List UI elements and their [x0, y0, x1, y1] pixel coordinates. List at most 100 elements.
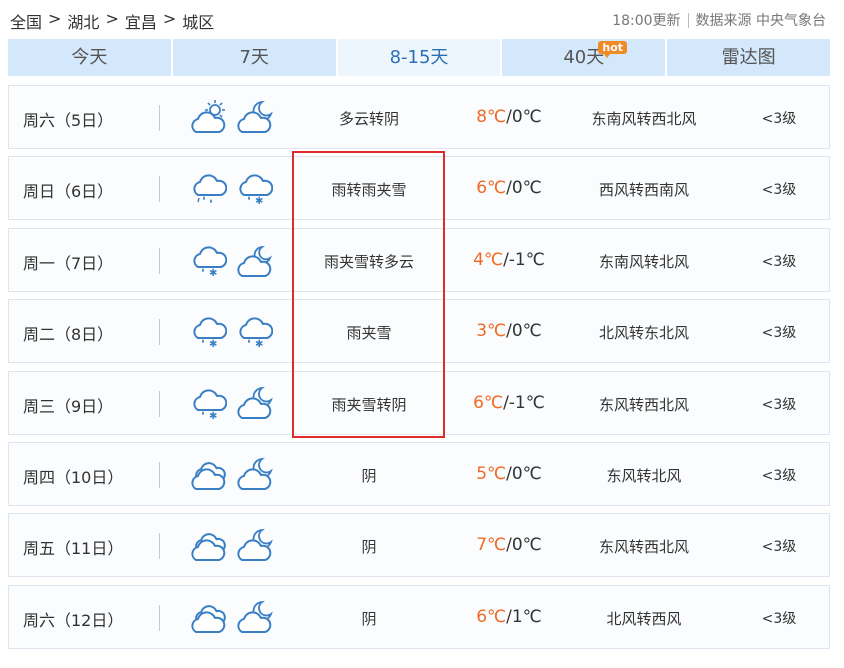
divider	[159, 176, 160, 203]
weather-description: 阴	[361, 538, 377, 557]
temp-high: 4℃	[473, 249, 504, 270]
day-label: 周六（5日）	[23, 111, 114, 130]
divider	[687, 12, 689, 28]
wind-direction: 北风转东北风	[598, 324, 689, 343]
divider	[159, 461, 160, 488]
temp-high: 7℃	[476, 535, 507, 556]
cloudy-moon-icon	[237, 457, 273, 490]
divider	[159, 604, 160, 631]
temp-low: /-1℃	[503, 249, 545, 270]
svg-text:✱: ✱	[209, 339, 217, 350]
temp-low: /0℃	[506, 535, 542, 556]
tab-7-days[interactable]: 7天	[172, 39, 336, 76]
cloudy-moon-icon	[237, 529, 273, 562]
temp-high: 6℃	[473, 392, 504, 413]
day-label: 周五（11日）	[23, 539, 124, 559]
forecast-row: 周六（5日） 多云转阴 8℃/0℃ 东南风转西北风 <3级	[8, 85, 830, 149]
weather-description: 多云转阴	[338, 110, 399, 128]
breadcrumb-separator: >	[105, 9, 119, 28]
day-label: 周四（10日）	[23, 467, 124, 487]
svg-text:✱: ✱	[209, 268, 217, 279]
wind-direction: 东风转北风	[606, 466, 682, 485]
top-bar: 全国 > 湖北 > 宜昌 > 城区 18:00更新 数据来源 中央气象台	[0, 0, 844, 38]
partly-cloudy-day-icon	[191, 100, 226, 133]
day-label: 周日（6日）	[23, 182, 114, 202]
divider	[159, 247, 160, 274]
wind-level: <3级	[761, 253, 797, 270]
tab-radar[interactable]: 雷达图	[667, 39, 830, 76]
overcast-icon	[191, 462, 226, 490]
weather-icons	[189, 528, 273, 564]
temperature: 6℃/0℃	[449, 178, 569, 198]
weather-icons	[189, 600, 273, 636]
tab-today[interactable]: 今天	[8, 39, 171, 76]
wind-direction: 东风转西北风	[598, 395, 689, 414]
temperature: 6℃/1℃	[449, 607, 569, 627]
wind-level: <3级	[761, 111, 797, 127]
weather-icons: ✱	[189, 386, 273, 422]
day-label: 周一（7日）	[23, 253, 114, 273]
wind-level: <3级	[761, 539, 797, 556]
temp-high: 6℃	[476, 606, 507, 627]
wind-direction: 东南风转西北风	[591, 110, 697, 128]
day-label: 周二（8日）	[23, 325, 114, 345]
svg-text:✱: ✱	[255, 196, 263, 207]
temp-low: /1℃	[506, 606, 542, 627]
partly-cloudy-night-icon	[237, 245, 273, 277]
sleet-icon: ✱	[239, 174, 273, 207]
wind-level: <3级	[761, 396, 797, 413]
data-source: 数据来源 中央气象台	[695, 13, 826, 29]
divider	[159, 105, 160, 131]
wind-direction: 东风转西北风	[598, 538, 689, 557]
weather-icons: ✱	[189, 171, 273, 207]
wind-direction: 东南风转北风	[598, 252, 689, 271]
wind-direction: 西风转西南风	[598, 181, 689, 200]
temperature: 5℃/0℃	[449, 464, 569, 484]
day-label: 周六（12日）	[23, 610, 124, 630]
weather-description: 阴	[361, 609, 377, 628]
breadcrumb-separator: >	[162, 9, 177, 28]
forecast-tabs: 今天 7天 8-15天 40天 hot 雷达图	[8, 39, 830, 76]
update-info: 18:00更新 数据来源 中央气象台	[612, 10, 826, 30]
highlight-box	[292, 151, 445, 438]
breadcrumb-item-city[interactable]: 宜昌	[125, 9, 157, 33]
breadcrumb: 全国 > 湖北 > 宜昌 > 城区	[10, 9, 214, 33]
wind-level: <3级	[761, 467, 797, 484]
tab-40-days[interactable]: 40天 hot	[502, 39, 666, 76]
tab-8-15-days[interactable]: 8-15天	[337, 39, 501, 76]
forecast-row: 周五（11日） 阴 7℃/0℃ 东风转西北风 <3级	[8, 513, 830, 578]
temp-low: /0℃	[506, 107, 542, 127]
temp-high: 8℃	[476, 107, 507, 127]
weather-description: 阴	[361, 466, 377, 485]
cloudy-moon-icon	[237, 600, 273, 633]
svg-text:✱: ✱	[255, 339, 263, 350]
weather-icons	[189, 457, 273, 493]
cloudy-moon-icon	[237, 100, 273, 133]
rain-icon	[193, 174, 227, 204]
temperature: 7℃/0℃	[449, 535, 569, 555]
breadcrumb-item-country[interactable]: 全国	[10, 9, 42, 33]
sleet-icon: ✱	[193, 246, 227, 279]
overcast-icon	[191, 604, 226, 633]
temp-high: 6℃	[476, 178, 507, 199]
divider	[159, 533, 160, 560]
wind-direction: 北风转西风	[606, 609, 682, 628]
temp-low: /0℃	[506, 463, 542, 484]
overcast-icon	[191, 533, 226, 562]
breadcrumb-item-district[interactable]: 城区	[182, 9, 214, 33]
update-time: 18:00更新	[612, 13, 681, 29]
hot-badge: hot	[598, 41, 628, 58]
temperature: 4℃/-1℃	[449, 250, 569, 270]
weather-icons: ✱ ✱	[189, 314, 273, 350]
sleet-icon: ✱	[193, 317, 227, 350]
breadcrumb-item-province[interactable]: 湖北	[67, 9, 99, 33]
temp-high: 5℃	[476, 463, 507, 484]
wind-level: <3级	[761, 182, 797, 199]
weather-icons	[189, 100, 273, 136]
sleet-icon: ✱	[239, 317, 273, 350]
day-label: 周三（9日）	[23, 396, 114, 416]
divider	[159, 319, 160, 346]
temp-high: 3℃	[476, 321, 507, 342]
forecast-row: 周四（10日） 阴 5℃/0℃ 东风转北风 <3级	[8, 441, 830, 506]
wind-level: <3级	[761, 325, 797, 342]
